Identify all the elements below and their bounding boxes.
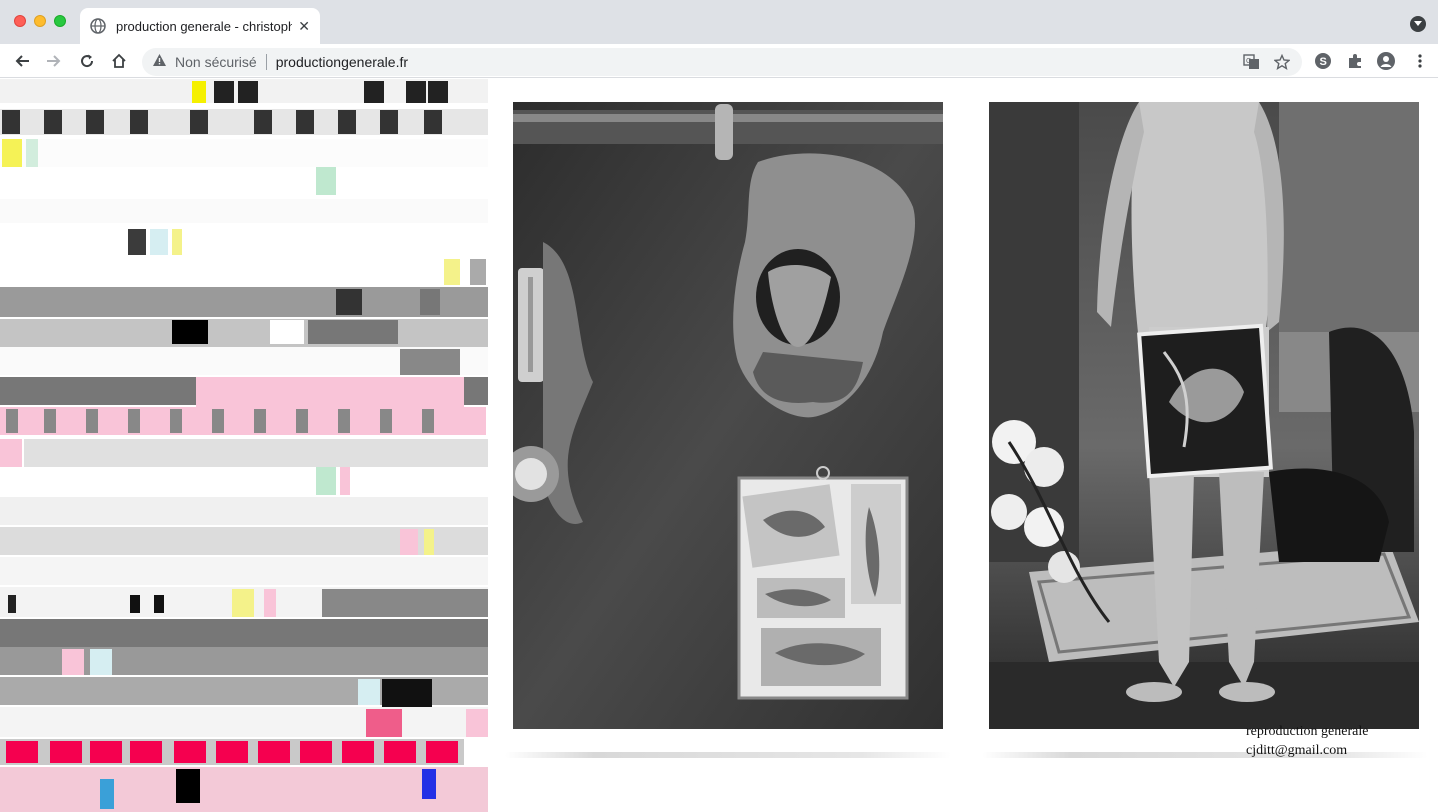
mosaic-landscape-rows [0,619,488,737]
globe-icon [90,18,106,34]
photo-shadow-left [505,752,951,758]
bookmark-star-icon[interactable] [1273,53,1291,75]
chrome-menu-icon[interactable] [1411,52,1429,70]
thumbnail-mosaic[interactable] [0,79,488,812]
mosaic-magenta-row [0,739,464,765]
mosaic-bottom-row [0,767,488,812]
omnibox-divider [265,54,267,70]
warning-icon[interactable] [152,53,167,72]
tab-bar: production generale - christophe jacquet… [0,0,1438,44]
page-content: reproduction generale cjditt@gmail.com [0,79,1438,812]
zoom-window-button[interactable] [54,15,66,27]
url-text[interactable]: productiongenerale.fr [276,54,408,70]
home-icon[interactable] [107,49,131,73]
contact-email-link[interactable]: cjditt@gmail.com [1246,743,1347,759]
fish-trophy-photo[interactable] [513,102,943,729]
site-caption: reproduction generale [1246,724,1369,739]
tab-title: production generale - christophe jacquet… [116,18,293,34]
back-arrow-icon[interactable] [10,49,34,73]
profile-avatar-icon[interactable] [1377,52,1395,70]
mosaic-rows-top [0,79,488,285]
svg-text:G: G [1246,58,1251,65]
security-status[interactable]: Non sécurisé [175,54,257,70]
extensions-puzzle-icon[interactable] [1346,52,1364,70]
photo-shadow-right [982,752,1428,758]
translate-icon[interactable]: G [1243,54,1260,75]
close-window-button[interactable] [14,15,26,27]
tab-close-icon[interactable]: ✕ [298,18,310,35]
forward-arrow-icon[interactable] [42,49,66,73]
reload-icon[interactable] [75,49,99,73]
mosaic-mixed-rows [0,439,488,617]
svg-text:S: S [1320,56,1327,68]
tab-search-icon[interactable] [1410,16,1426,32]
browser-toolbar: Non sécurisé productiongenerale.fr G S [0,44,1438,78]
skype-extension-icon[interactable]: S [1314,52,1332,70]
figure-with-painting-photo[interactable] [989,102,1419,729]
address-bar[interactable]: Non sécurisé productiongenerale.fr G [142,48,1302,76]
minimize-window-button[interactable] [34,15,46,27]
browser-tab[interactable]: production generale - christophe jacquet… [80,8,320,44]
